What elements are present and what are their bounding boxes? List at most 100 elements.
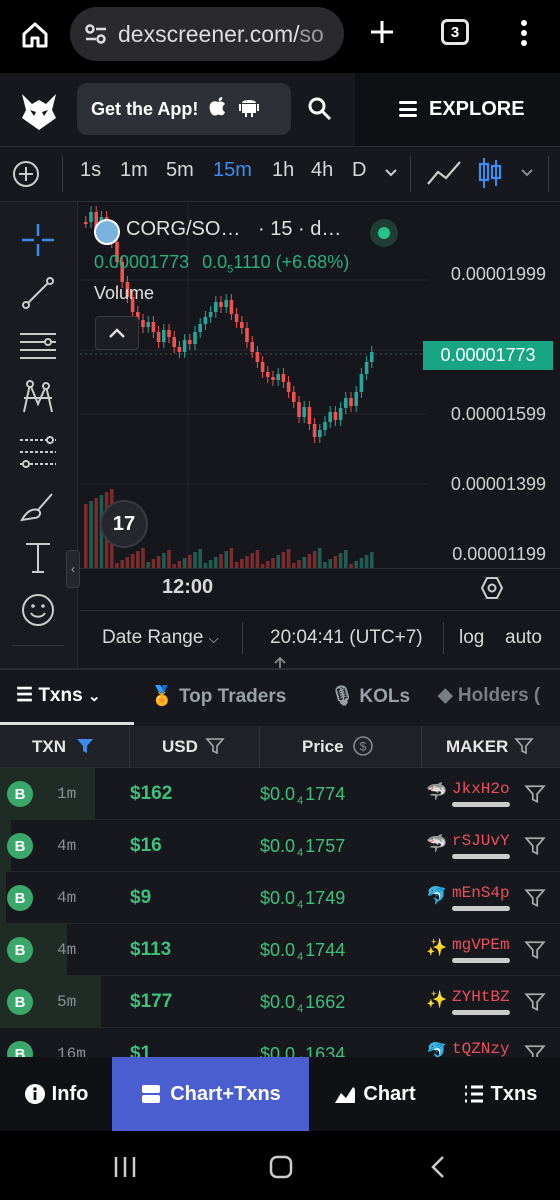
nav-chart[interactable]: Chart xyxy=(309,1057,440,1131)
back-icon[interactable] xyxy=(428,1154,448,1180)
column-header-price[interactable]: Price xyxy=(302,737,344,757)
timeframe-1m[interactable]: 1m xyxy=(120,159,148,182)
candle xyxy=(141,320,145,327)
tradingview-logo-icon[interactable]: 17 xyxy=(100,500,148,548)
filter-active-icon[interactable] xyxy=(75,736,95,756)
log-scale-button[interactable]: log xyxy=(459,627,484,649)
volume-bar xyxy=(156,556,161,568)
volume-bar xyxy=(120,560,124,568)
maker-address[interactable]: tQZNzy xyxy=(452,1040,510,1058)
trend-line-icon[interactable] xyxy=(18,273,58,313)
emoji-icon[interactable] xyxy=(18,590,58,630)
maker-rank-icon: 🦈 xyxy=(426,782,448,801)
mic-icon: 🎙 xyxy=(330,686,355,707)
chevron-down-icon[interactable] xyxy=(384,168,398,178)
tx-usd: $177 xyxy=(130,991,173,1012)
nav-txns[interactable]: Txns xyxy=(440,1057,560,1131)
volume-bar xyxy=(94,498,98,568)
filter-icon[interactable] xyxy=(205,736,225,756)
chevron-down-icon: ⌄ xyxy=(87,688,101,705)
column-header-maker[interactable]: MAKER xyxy=(446,737,508,757)
column-header-usd[interactable]: USD xyxy=(162,737,198,757)
tab-kols[interactable]: 🎙 KOLs xyxy=(330,684,410,708)
filter-icon[interactable] xyxy=(524,939,546,961)
nav-info[interactable]: Info xyxy=(0,1057,112,1131)
currency-toggle-icon[interactable]: $ xyxy=(352,735,374,757)
tab-switcher-button[interactable]: 3 xyxy=(441,19,469,45)
toolbar-collapse-handle[interactable]: ‹ xyxy=(66,550,80,588)
volume-bar xyxy=(338,553,343,568)
add-indicator-icon[interactable] xyxy=(12,160,40,188)
filter-icon[interactable] xyxy=(524,887,546,909)
ohlc-legend: 0.00001773 0.051110 (+6.68%) xyxy=(94,252,349,276)
volume-bar xyxy=(359,558,364,568)
pattern-tool-icon[interactable] xyxy=(18,378,58,418)
candlestick-style-icon[interactable] xyxy=(476,156,504,190)
chevron-down-icon[interactable] xyxy=(520,168,534,178)
volume-bar xyxy=(167,550,171,568)
filter-icon[interactable] xyxy=(524,991,546,1013)
maker-address[interactable]: mgVPEm xyxy=(452,936,510,954)
search-icon[interactable] xyxy=(306,95,334,123)
date-range-button[interactable]: Date Range ⌵ xyxy=(102,627,219,649)
apple-icon xyxy=(208,95,228,123)
new-tab-button[interactable] xyxy=(364,14,400,50)
candle xyxy=(333,412,338,420)
filter-icon[interactable] xyxy=(514,736,534,756)
collapse-legend-button[interactable] xyxy=(95,316,139,350)
auto-scale-button[interactable]: auto xyxy=(505,627,542,649)
filter-icon[interactable] xyxy=(524,835,546,857)
price-axis-label: 0.00001199 xyxy=(452,544,546,564)
volume-bar xyxy=(328,559,332,568)
candle xyxy=(302,407,306,417)
candle xyxy=(338,408,343,420)
timeframe-1s[interactable]: 1s xyxy=(80,159,101,182)
chevron-up-icon xyxy=(109,328,125,338)
nav-chart-txns[interactable]: Chart+Txns xyxy=(112,1057,309,1131)
timeframe-15m[interactable]: 15m xyxy=(213,159,252,182)
tab-txns[interactable]: ☰ Txns ⌄ xyxy=(16,684,101,707)
maker-address[interactable]: mEnS4p xyxy=(452,884,510,902)
volume-bar xyxy=(151,559,156,568)
volume-bar xyxy=(271,558,275,568)
live-status-icon xyxy=(370,219,398,247)
home-button[interactable] xyxy=(14,14,56,56)
home-nav-icon[interactable] xyxy=(268,1154,294,1180)
fib-retracement-icon[interactable] xyxy=(18,432,58,472)
dexscreener-logo-icon[interactable] xyxy=(18,90,60,132)
timeframe-5m[interactable]: 5m xyxy=(166,159,194,182)
maker-address[interactable]: JkxH2o xyxy=(452,780,510,798)
candle xyxy=(292,392,296,402)
explore-button[interactable]: EXPLORE xyxy=(355,73,560,146)
get-the-app-button[interactable]: Get the App! xyxy=(77,83,291,135)
android-icon xyxy=(238,95,260,123)
tx-usd: $16 xyxy=(130,835,162,856)
tab-holders[interactable]: ◆ Holders ( xyxy=(438,684,540,707)
crosshair-icon[interactable] xyxy=(18,220,58,260)
text-tool-icon[interactable] xyxy=(18,538,58,578)
timeframe-D[interactable]: D xyxy=(352,159,366,182)
volume-bar xyxy=(214,557,218,568)
chart-clock[interactable]: 20:04:41 (UTC+7) xyxy=(270,627,423,649)
timeframe-4h[interactable]: 4h xyxy=(311,159,333,182)
recent-apps-icon[interactable] xyxy=(112,1154,138,1180)
url-bar[interactable]: dexscreener.com/so xyxy=(70,7,344,61)
candle xyxy=(240,322,244,328)
tx-age: 4m xyxy=(57,941,77,959)
brush-icon[interactable] xyxy=(18,486,58,526)
timeframe-1h[interactable]: 1h xyxy=(272,159,294,182)
tab-top-traders[interactable]: 🏅 Top Traders xyxy=(150,684,286,708)
horizontal-lines-icon[interactable] xyxy=(18,326,58,366)
browser-menu-button[interactable] xyxy=(512,16,536,50)
volume-bar xyxy=(136,551,140,568)
column-header-txn[interactable]: TXN xyxy=(32,737,66,757)
volume-bar xyxy=(354,561,358,568)
pair-title[interactable]: CORG/SO… · 15 · d… xyxy=(94,218,341,241)
chart-settings-icon[interactable] xyxy=(480,576,504,600)
filter-icon[interactable] xyxy=(524,783,546,805)
candle xyxy=(349,398,353,406)
line-chart-style-icon[interactable] xyxy=(426,158,462,188)
maker-address[interactable]: rSJUvY xyxy=(452,832,510,850)
volume-bar xyxy=(364,555,369,568)
maker-address[interactable]: ZYHtBZ xyxy=(452,988,510,1006)
